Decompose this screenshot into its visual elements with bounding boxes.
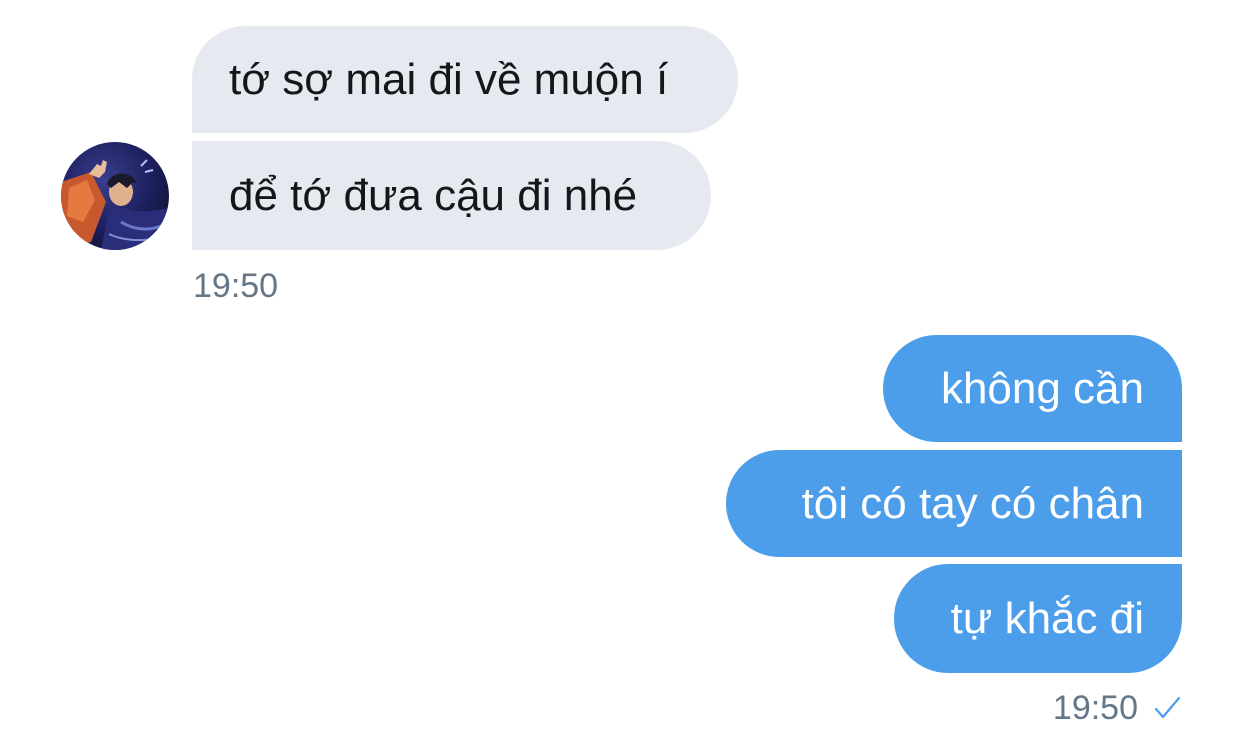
incoming-message[interactable]: để tớ đưa cậu đi nhé bbox=[192, 141, 711, 250]
avatar[interactable] bbox=[61, 142, 169, 250]
outgoing-status: 19:50 bbox=[1053, 691, 1182, 725]
checkmark-icon bbox=[1154, 696, 1181, 719]
message-text: tôi có tay có chân bbox=[801, 478, 1144, 528]
message-text: tự khắc đi bbox=[950, 593, 1144, 643]
outgoing-timestamp: 19:50 bbox=[1052, 689, 1138, 727]
outgoing-message[interactable]: tôi có tay có chân bbox=[726, 450, 1182, 557]
profile-photo-icon bbox=[61, 142, 169, 250]
outgoing-message[interactable]: tự khắc đi bbox=[894, 564, 1182, 673]
message-text: để tớ đưa cậu đi nhé bbox=[229, 170, 638, 220]
message-text: tớ sợ mai đi về muộn í bbox=[229, 54, 669, 104]
incoming-timestamp: 19:50 bbox=[193, 267, 279, 305]
chat-thread: tớ sợ mai đi về muộn í để tớ đưa cậu đi … bbox=[0, 0, 1242, 751]
incoming-message[interactable]: tớ sợ mai đi về muộn í bbox=[192, 26, 738, 133]
message-text: không cần bbox=[940, 363, 1144, 413]
outgoing-message[interactable]: không cần bbox=[883, 335, 1182, 442]
